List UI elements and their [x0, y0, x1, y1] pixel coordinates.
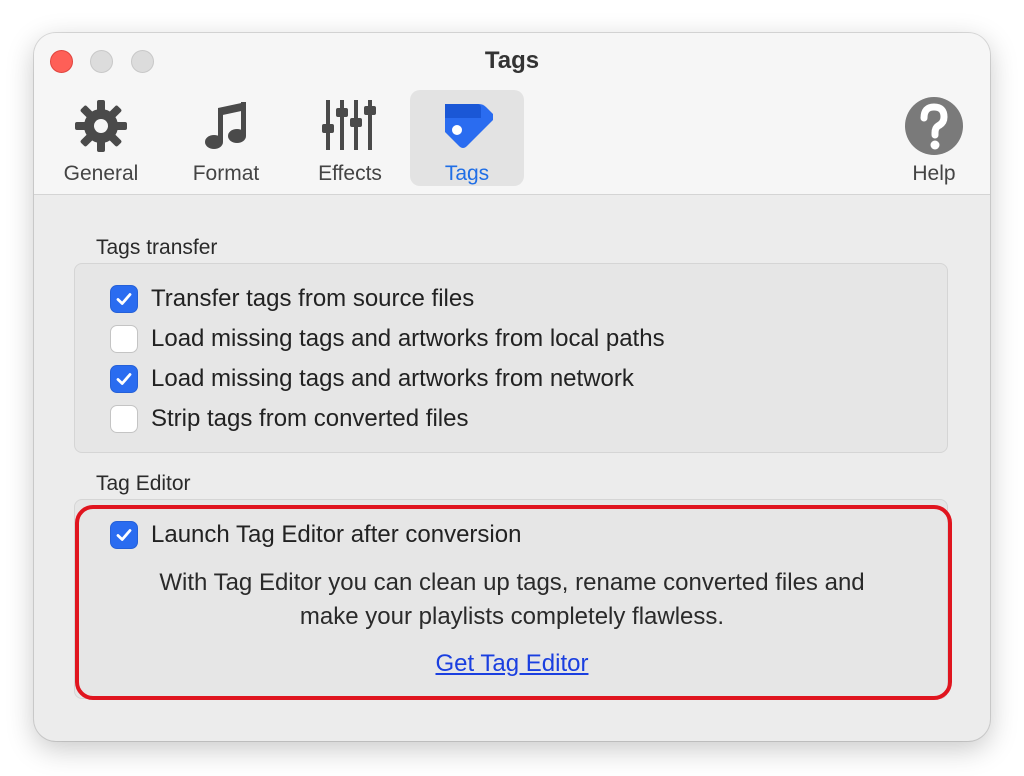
tag-editor-heading: Tag Editor — [96, 472, 191, 495]
toolbar: Tags General Format Effects Tags Help — [34, 33, 990, 195]
help-button[interactable]: Help — [888, 90, 980, 186]
tab-effects[interactable]: Effects — [293, 90, 407, 186]
checkmark-icon — [116, 293, 132, 305]
tags-transfer-box: Transfer tags from source files Load mis… — [74, 263, 948, 453]
tab-format-label: Format — [192, 162, 260, 185]
question-icon — [905, 97, 963, 155]
tag-editor-description-line1: With Tag Editor you can clean up tags, r… — [159, 569, 865, 596]
launch-tag-editor-label: Launch Tag Editor after conversion — [151, 521, 522, 548]
get-tag-editor-link[interactable]: Get Tag Editor — [75, 650, 949, 678]
tab-format[interactable]: Format — [169, 90, 283, 186]
load-local-option[interactable]: Load missing tags and artworks from loca… — [110, 324, 665, 354]
transfer-tags-option[interactable]: Transfer tags from source files — [110, 284, 474, 314]
tag-icon — [445, 104, 493, 148]
preferences-window: Tags General Format Effects Tags Help Ta… — [34, 33, 990, 741]
checkbox-checked[interactable] — [110, 365, 138, 393]
sliders-icon — [322, 100, 376, 150]
load-network-label: Load missing tags and artworks from netw… — [151, 365, 634, 392]
tab-effects-label: Effects — [318, 162, 382, 185]
tab-tags[interactable]: Tags — [410, 90, 524, 186]
tab-general[interactable]: General — [44, 90, 158, 186]
checkbox-unchecked[interactable] — [110, 325, 138, 353]
launch-tag-editor-option[interactable]: Launch Tag Editor after conversion — [110, 520, 521, 550]
tab-general-label: General — [63, 162, 139, 185]
music-note-icon — [205, 102, 246, 149]
tab-tags-label: Tags — [444, 162, 490, 185]
transfer-tags-label: Transfer tags from source files — [151, 285, 475, 312]
tags-transfer-heading: Tags transfer — [96, 236, 218, 259]
window-title: Tags — [484, 47, 540, 74]
checkmark-icon — [116, 529, 132, 541]
strip-tags-label: Strip tags from converted files — [151, 405, 469, 432]
checkbox-unchecked[interactable] — [110, 405, 138, 433]
checkbox-checked[interactable] — [110, 285, 138, 313]
checkbox-checked[interactable] — [110, 521, 138, 549]
checkmark-icon — [116, 373, 132, 385]
tag-editor-box: Launch Tag Editor after conversion With … — [74, 499, 948, 699]
strip-tags-option[interactable]: Strip tags from converted files — [110, 404, 468, 434]
load-network-option[interactable]: Load missing tags and artworks from netw… — [110, 364, 634, 394]
gear-icon — [75, 100, 127, 152]
tag-editor-description-line2: make your playlists completely flawless. — [299, 603, 725, 630]
help-label: Help — [912, 162, 956, 185]
load-local-label: Load missing tags and artworks from loca… — [151, 325, 665, 352]
